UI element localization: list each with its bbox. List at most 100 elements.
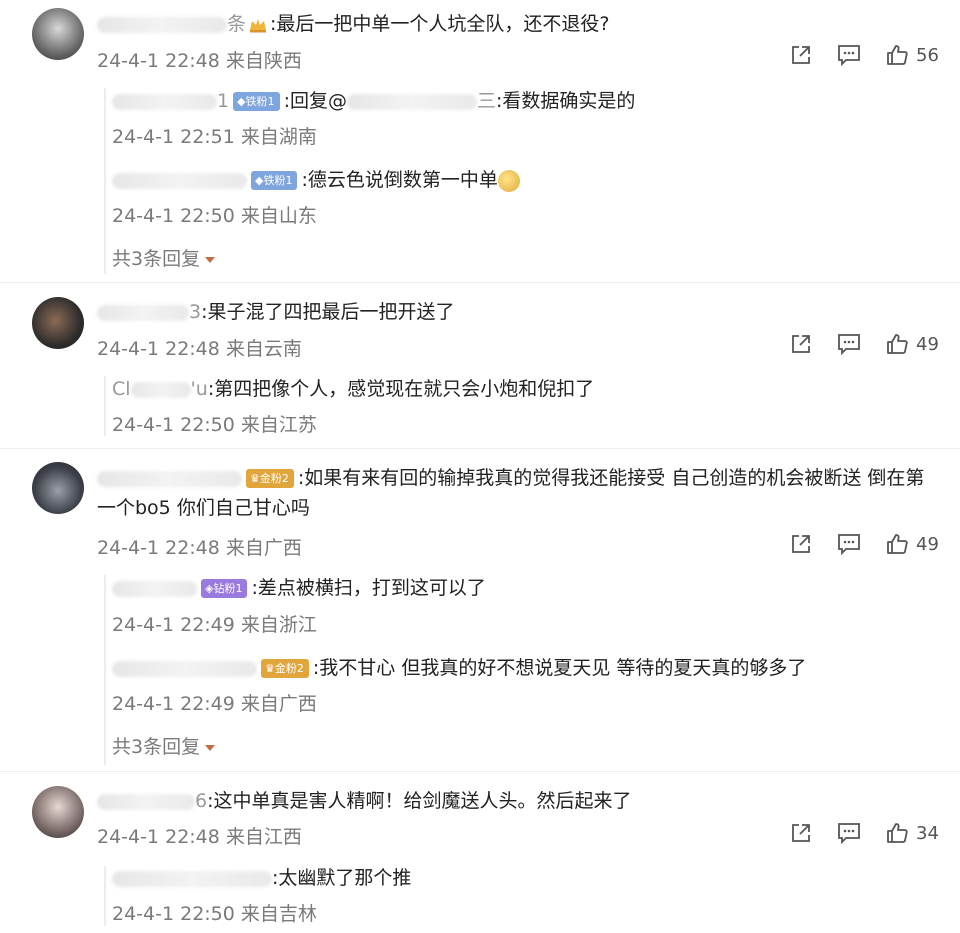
chevron-down-icon bbox=[205, 744, 216, 751]
comment-button[interactable] bbox=[836, 822, 862, 844]
like-count: 34 bbox=[916, 822, 939, 844]
comment-actions: 56 bbox=[788, 44, 939, 66]
mention-tail[interactable]: 三 bbox=[477, 90, 496, 112]
avatar[interactable] bbox=[32, 8, 84, 60]
avatar[interactable] bbox=[32, 297, 84, 349]
username-blurred[interactable] bbox=[97, 16, 227, 33]
reply-meta: 24-4-1 22:49 来自广西 bbox=[112, 693, 317, 715]
username-blurred[interactable] bbox=[112, 660, 257, 677]
reply-meta: 24-4-1 22:50 来自江苏 bbox=[112, 414, 317, 436]
share-icon bbox=[792, 335, 810, 353]
username-blurred[interactable] bbox=[112, 93, 217, 110]
reply-text: ♛金粉2:我不甘心 但我真的好不想说夏天见 等待的夏天真的够多了 bbox=[112, 653, 806, 683]
avatar[interactable] bbox=[32, 462, 84, 514]
crown-icon bbox=[250, 18, 267, 32]
reply-body: :看数据确实是的 bbox=[495, 90, 636, 112]
username-tail[interactable]: 'u bbox=[191, 378, 208, 400]
comment-body: :最后一把中单一个人坑全队，还不退役? bbox=[270, 13, 610, 35]
comment-icon bbox=[838, 823, 860, 844]
comment-text: 6:这中单真是害人精啊！给剑魔送人头。然后起来了 bbox=[97, 786, 632, 816]
username-blurred[interactable] bbox=[97, 304, 189, 321]
fan-badge: ◆铁粉1 bbox=[233, 92, 280, 111]
like-icon bbox=[887, 45, 908, 65]
reply-body: :差点被横扫，打到这可以了 bbox=[251, 577, 486, 599]
comment-meta: 24-4-1 22:48 来自云南 bbox=[97, 338, 302, 360]
share-button[interactable] bbox=[788, 822, 814, 844]
comment-icon bbox=[838, 534, 860, 555]
mention-blurred[interactable] bbox=[346, 93, 477, 110]
fan-badge: ♛金粉2 bbox=[261, 659, 309, 678]
comment-text: ♛金粉2:如果有来有回的输掉我真的觉得我还能接受 自己创造的机会被断送 倒在第一… bbox=[97, 463, 942, 523]
like-button[interactable]: 49 bbox=[886, 533, 939, 555]
reply-meta: 24-4-1 22:49 来自浙江 bbox=[112, 614, 317, 636]
username-blurred[interactable] bbox=[112, 580, 197, 597]
reply-divider bbox=[104, 575, 106, 765]
reply-meta: 24-4-1 22:50 来自山东 bbox=[112, 205, 317, 227]
like-button[interactable]: 34 bbox=[886, 822, 939, 844]
username-tail[interactable]: 3 bbox=[189, 301, 201, 323]
username-tail[interactable]: 1 bbox=[217, 90, 229, 112]
divider bbox=[0, 771, 960, 772]
reply-body: :第四把像个人，感觉现在就只会小炮和倪扣了 bbox=[207, 378, 595, 400]
username-blurred[interactable] bbox=[112, 172, 247, 189]
like-icon bbox=[887, 534, 908, 554]
like-button[interactable]: 49 bbox=[886, 333, 939, 355]
reply-prefix: :回复@ bbox=[283, 90, 347, 112]
comment-body: :这中单真是害人精啊！给剑魔送人头。然后起来了 bbox=[207, 790, 632, 812]
divider bbox=[0, 448, 960, 449]
share-icon bbox=[792, 46, 810, 64]
like-count: 49 bbox=[916, 533, 939, 555]
reply-body: :太幽默了那个推 bbox=[272, 867, 412, 889]
share-icon bbox=[792, 535, 810, 553]
fan-badge: ♛金粉2 bbox=[246, 469, 294, 488]
comment-text: 条 :最后一把中单一个人坑全队，还不退役? bbox=[97, 9, 610, 39]
like-count: 56 bbox=[916, 44, 939, 66]
reply-meta: 24-4-1 22:51 来自湖南 bbox=[112, 126, 317, 148]
username-head[interactable]: Cl bbox=[112, 378, 131, 400]
comment-icon bbox=[838, 334, 860, 355]
comment-actions: 34 bbox=[788, 822, 939, 844]
username-tail[interactable]: 6 bbox=[195, 790, 207, 812]
fan-badge: ◈钻粉1 bbox=[201, 579, 248, 598]
username-tail[interactable]: 条 bbox=[227, 13, 246, 35]
share-button[interactable] bbox=[788, 333, 814, 355]
emoji-icon bbox=[497, 169, 520, 192]
comment-icon bbox=[838, 45, 860, 66]
username-blurred[interactable] bbox=[97, 793, 195, 810]
reply-text: 1 ◆铁粉1:回复@ 三:看数据确实是的 bbox=[112, 86, 635, 116]
reply-divider bbox=[104, 376, 106, 436]
share-button[interactable] bbox=[788, 44, 814, 66]
reply-text: ◆铁粉1:德云色说倒数第一中单 bbox=[112, 165, 520, 195]
more-replies-link[interactable]: 共3条回复 bbox=[112, 732, 216, 759]
reply-divider bbox=[104, 866, 106, 926]
share-button[interactable] bbox=[788, 533, 814, 555]
divider bbox=[0, 282, 960, 283]
comment-meta: 24-4-1 22:48 来自广西 bbox=[97, 537, 302, 559]
reply-body: :我不甘心 但我真的好不想说夏天见 等待的夏天真的够多了 bbox=[312, 657, 807, 679]
reply-text: :太幽默了那个推 bbox=[112, 863, 411, 893]
comment-meta: 24-4-1 22:48 来自江西 bbox=[97, 826, 302, 848]
like-icon bbox=[887, 823, 908, 843]
reply-text: ◈钻粉1:差点被横扫，打到这可以了 bbox=[112, 573, 486, 603]
reply-body: :德云色说倒数第一中单 bbox=[301, 169, 498, 191]
avatar[interactable] bbox=[32, 786, 84, 838]
username-blurred[interactable] bbox=[97, 470, 242, 487]
comment-actions: 49 bbox=[788, 533, 939, 555]
comment-button[interactable] bbox=[836, 533, 862, 555]
comment-button[interactable] bbox=[836, 333, 862, 355]
chevron-down-icon bbox=[205, 256, 216, 263]
comment-actions: 49 bbox=[788, 333, 939, 355]
comment-button[interactable] bbox=[836, 44, 862, 66]
reply-meta: 24-4-1 22:50 来自吉林 bbox=[112, 903, 317, 925]
comment-meta: 24-4-1 22:48 来自陕西 bbox=[97, 50, 302, 72]
like-button[interactable]: 56 bbox=[886, 44, 939, 66]
more-replies-link[interactable]: 共3条回复 bbox=[112, 244, 216, 271]
reply-text: Cl 'u:第四把像个人，感觉现在就只会小炮和倪扣了 bbox=[112, 374, 594, 404]
fan-badge: ◆铁粉1 bbox=[251, 171, 298, 190]
share-icon bbox=[792, 824, 810, 842]
like-count: 49 bbox=[916, 333, 939, 355]
username-blurred[interactable] bbox=[112, 870, 272, 887]
username-blurred[interactable] bbox=[130, 381, 191, 398]
reply-divider bbox=[104, 88, 106, 274]
comment-text: 3:果子混了四把最后一把开送了 bbox=[97, 297, 455, 327]
